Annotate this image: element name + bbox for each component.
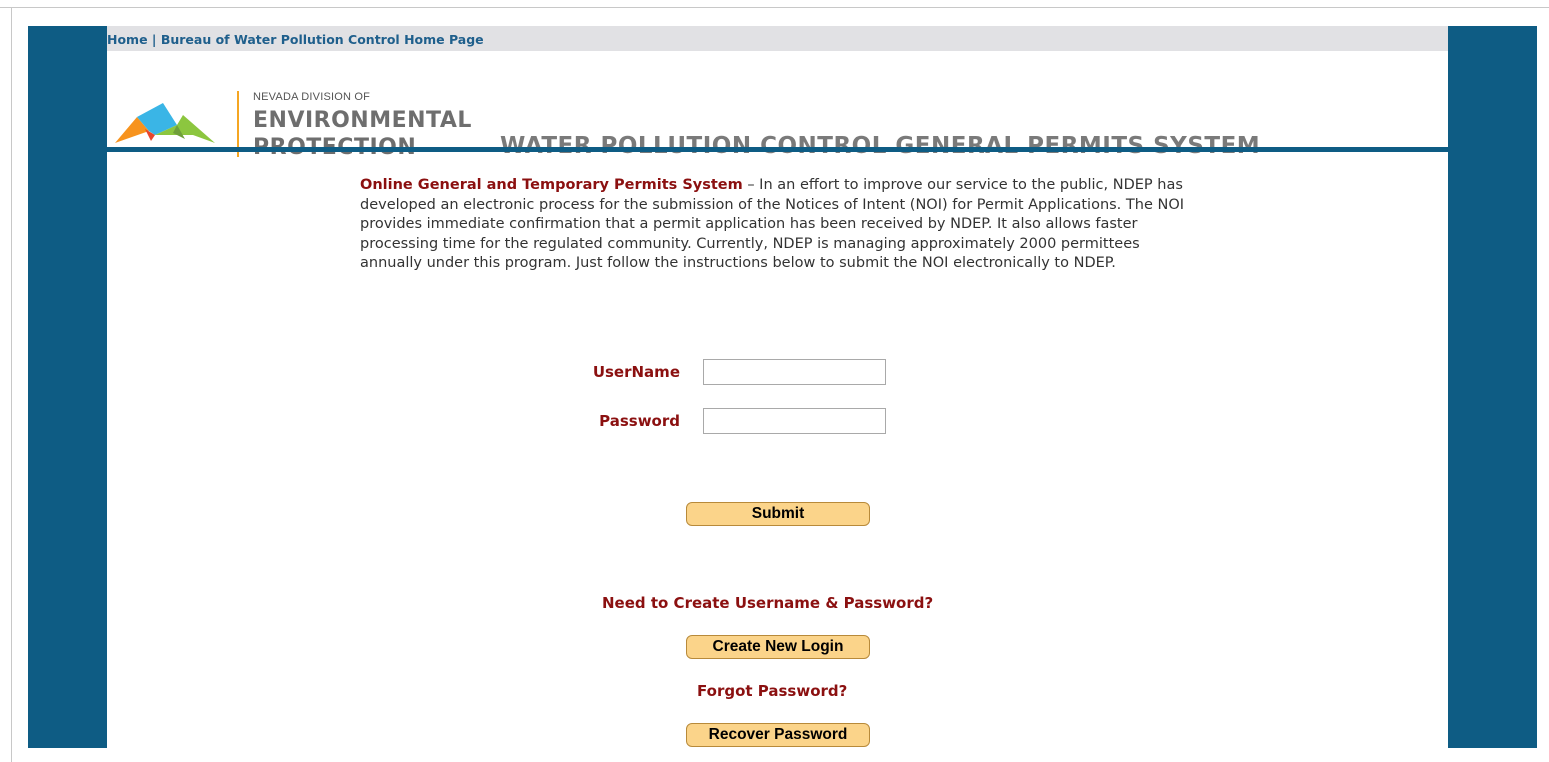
intro-paragraph: Online General and Temporary Permits Sys… [360, 176, 1205, 274]
top-nav-bar: Home | Bureau of Water Pollution Control… [107, 26, 1448, 51]
mountains-logo-icon [115, 103, 215, 143]
header-divider [107, 147, 1448, 152]
create-login-prompt: Need to Create Username & Password? [602, 594, 934, 612]
nav-separator: | [147, 32, 161, 47]
password-label: Password [599, 412, 680, 430]
username-label: UserName [592, 363, 680, 381]
recover-password-button[interactable]: Recover Password [686, 723, 870, 747]
bureau-home-link[interactable]: Bureau of Water Pollution Control Home P… [161, 32, 484, 47]
submit-button[interactable]: Submit [686, 502, 870, 526]
password-input[interactable] [703, 408, 886, 434]
window-left-edge [0, 8, 12, 762]
home-link[interactable]: Home [107, 32, 148, 47]
page-header: NEVADA DIVISION OF ENVIRONMENTAL PROTECT… [107, 51, 1448, 160]
create-new-login-button[interactable]: Create New Login [686, 635, 870, 659]
intro-lead: Online General and Temporary Permits Sys… [360, 177, 743, 193]
window-top-edge [0, 0, 1549, 8]
logo-line-environmental: ENVIRONMENTAL [253, 108, 472, 133]
logo-subtitle: NEVADA DIVISION OF [253, 91, 371, 103]
right-side-bar [1448, 26, 1537, 748]
forgot-password-prompt: Forgot Password? [697, 682, 848, 700]
main-content: Home | Bureau of Water Pollution Control… [107, 26, 1448, 748]
username-input[interactable] [703, 359, 886, 385]
page-title: WATER POLLUTION CONTROL GENERAL PERMITS … [500, 133, 1261, 159]
left-side-bar [28, 26, 107, 748]
